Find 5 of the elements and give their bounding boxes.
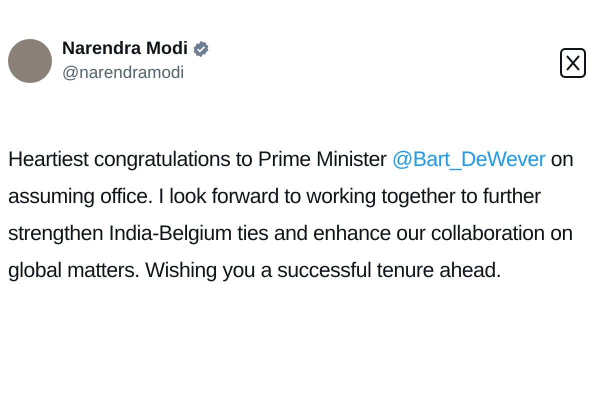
author-name[interactable]: Narendra Modi: [62, 38, 188, 59]
cross-logo-icon[interactable]: [560, 48, 586, 78]
post-text: Heartiest congratulations to Prime Minister @Bart_DeWever on assuming office. I look forward to working together to further strengthen India-Belgium ties and enhance our collaboration on global matters. Wishing you a successful tenure ahead.: [8, 147, 574, 284]
avatar-placeholder: [8, 38, 52, 82]
author-handle[interactable]: @narendramodi: [62, 63, 550, 83]
